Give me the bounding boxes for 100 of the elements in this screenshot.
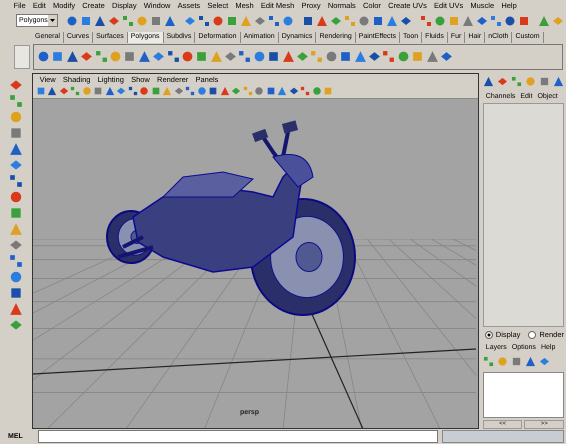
shelf-tool-icon[interactable]: [339, 50, 352, 63]
shelf-tool-icon[interactable]: [396, 50, 410, 63]
shelf-tool-icon[interactable]: [51, 50, 64, 63]
panel-tool-icon[interactable]: [150, 86, 161, 96]
panel-tool-icon[interactable]: [128, 86, 138, 96]
shelf-tool-icon[interactable]: [195, 50, 208, 63]
shelf-tool-icon[interactable]: [94, 50, 108, 63]
panel-tool-icon[interactable]: [277, 86, 288, 96]
status-tool-icon[interactable]: [538, 14, 550, 26]
panel-tool-icon[interactable]: [58, 86, 69, 96]
panel-tool-icon[interactable]: [196, 86, 207, 96]
panel-tool-icon[interactable]: [312, 86, 322, 96]
layer-tool-icon[interactable]: [482, 356, 494, 368]
status-tool-icon[interactable]: [518, 14, 530, 26]
channel-tool-icon[interactable]: [510, 76, 522, 88]
panel-tool-icon[interactable]: [266, 86, 276, 96]
layer-tool-icon[interactable]: [524, 356, 536, 368]
channel-tool-icon[interactable]: [496, 76, 508, 88]
command-input-field[interactable]: [38, 430, 438, 443]
panel-tool-icon[interactable]: [70, 86, 80, 96]
status-tool-icon[interactable]: [164, 14, 176, 26]
panel-tool-icon[interactable]: [116, 86, 126, 96]
channel-tool-icon[interactable]: [482, 76, 494, 88]
panel-tool-icon[interactable]: [47, 86, 58, 96]
panel-tool-icon[interactable]: [254, 86, 264, 96]
shelf-tool-icon[interactable]: [37, 50, 50, 63]
layer-tool-icon[interactable]: [510, 356, 522, 368]
tool-icon[interactable]: [8, 190, 23, 204]
status-tool-icon[interactable]: [504, 14, 516, 26]
tool-icon[interactable]: [8, 158, 23, 172]
shelf-tool-icon[interactable]: [138, 50, 151, 63]
status-tool-icon[interactable]: [434, 14, 446, 26]
tool-icon[interactable]: [8, 286, 23, 300]
shelf-tool-icon[interactable]: [382, 50, 396, 63]
panel-tool-icon[interactable]: [220, 86, 230, 96]
panel-tool-icon[interactable]: [36, 86, 46, 96]
tool-icon[interactable]: [8, 94, 23, 108]
panel-tool-icon[interactable]: [300, 86, 310, 96]
panel-tool-icon[interactable]: [139, 86, 150, 96]
channel-tool-icon[interactable]: [552, 76, 564, 88]
status-tool-icon[interactable]: [476, 14, 488, 26]
status-tool-icon[interactable]: [358, 14, 370, 26]
shelf-tool-icon[interactable]: [238, 50, 252, 63]
shelf-tool-icon[interactable]: [166, 50, 180, 63]
status-tool-icon[interactable]: [330, 14, 342, 26]
status-tool-icon[interactable]: [80, 14, 92, 26]
tool-icon[interactable]: [8, 126, 23, 140]
status-tool-icon[interactable]: [66, 14, 78, 26]
shelf-tool-icon[interactable]: [66, 50, 79, 63]
tool-icon[interactable]: [8, 174, 23, 188]
tool-icon[interactable]: [8, 206, 23, 220]
status-tool-icon[interactable]: [490, 14, 502, 26]
tool-icon[interactable]: [8, 142, 23, 156]
panel-tool-icon[interactable]: [93, 86, 104, 96]
caret-icon[interactable]: [48, 15, 57, 26]
shelf-tool-icon[interactable]: [354, 50, 367, 63]
tool-icon[interactable]: [8, 238, 23, 252]
panel-tool-icon[interactable]: [174, 86, 184, 96]
status-tool-icon[interactable]: [254, 14, 266, 26]
shelf-tool-icon[interactable]: [180, 50, 194, 63]
shelf-tool-icon[interactable]: [426, 50, 439, 63]
shelf-tool-icon[interactable]: [267, 50, 280, 63]
status-tool-icon[interactable]: [108, 14, 120, 26]
status-tool-icon[interactable]: [316, 14, 328, 26]
panel-tool-icon[interactable]: [288, 86, 299, 96]
layer-tool-icon[interactable]: [538, 356, 550, 368]
shelf-tool-icon[interactable]: [80, 50, 94, 63]
tool-icon[interactable]: [8, 270, 23, 284]
status-tool-icon[interactable]: [400, 14, 412, 26]
status-tool-icon[interactable]: [302, 14, 314, 26]
shelf-tool-icon[interactable]: [368, 50, 381, 63]
tool-icon[interactable]: [8, 78, 23, 92]
shelf-tool-icon[interactable]: [224, 50, 238, 63]
tool-icon[interactable]: [8, 302, 23, 316]
status-tool-icon[interactable]: [462, 14, 474, 26]
status-tool-icon[interactable]: [212, 14, 224, 26]
status-tool-icon[interactable]: [198, 14, 210, 26]
shelf-tool-icon[interactable]: [296, 50, 310, 63]
status-tool-icon[interactable]: [268, 14, 280, 26]
channel-tool-icon[interactable]: [538, 76, 550, 88]
status-tool-icon[interactable]: [372, 14, 384, 26]
status-tool-icon[interactable]: [94, 14, 106, 26]
shelf-tool-icon[interactable]: [152, 50, 166, 63]
shelf-tool-icon[interactable]: [252, 50, 266, 63]
status-tool-icon[interactable]: [282, 14, 294, 26]
panel-tool-icon[interactable]: [185, 86, 196, 96]
status-tool-icon[interactable]: [122, 14, 134, 26]
shelf-tool-icon[interactable]: [123, 50, 136, 63]
status-tool-icon[interactable]: [150, 14, 162, 26]
status-tool-icon[interactable]: [226, 14, 238, 26]
panel-tool-icon[interactable]: [104, 86, 115, 96]
shelf-tool-icon[interactable]: [324, 50, 338, 63]
status-tool-icon[interactable]: [184, 14, 196, 26]
status-tool-icon[interactable]: [420, 14, 432, 26]
shelf-menu-button[interactable]: [14, 44, 30, 68]
panel-tool-icon[interactable]: [231, 86, 242, 96]
panel-tool-icon[interactable]: [208, 86, 218, 96]
tool-icon[interactable]: [8, 318, 23, 332]
shelf-tool-icon[interactable]: [282, 50, 295, 63]
status-tool-icon[interactable]: [386, 14, 398, 26]
